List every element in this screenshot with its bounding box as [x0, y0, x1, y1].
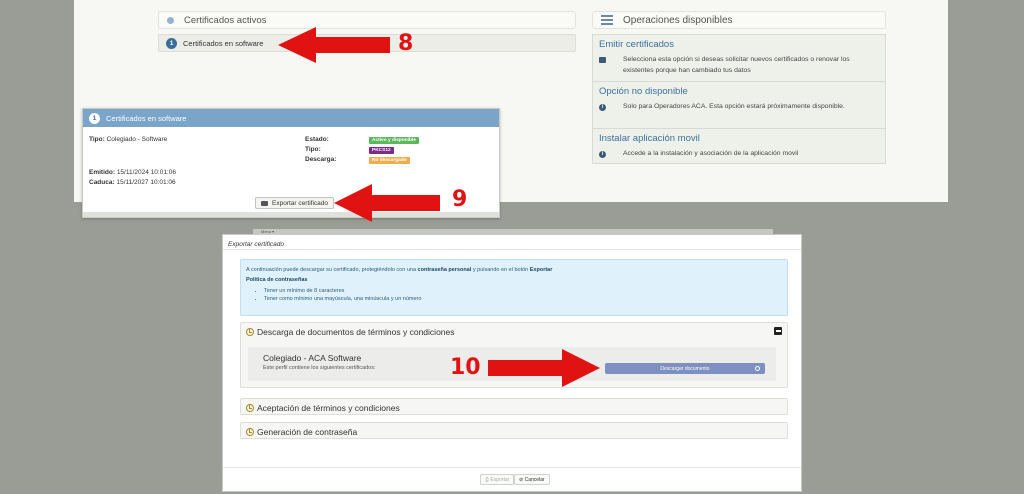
- accordion-title: Generación de contraseña: [257, 426, 358, 437]
- callout-number: 10: [450, 355, 481, 380]
- callout-number: 8: [398, 31, 414, 56]
- gear-icon: [755, 365, 760, 371]
- clock-icon: [246, 427, 254, 436]
- profile-subtitle: Este perfil contiene los siguientes cert…: [263, 365, 376, 371]
- tipo-value: Colegiado - Software: [106, 136, 168, 143]
- op-title[interactable]: Instalar aplicación movil: [599, 133, 879, 144]
- modal-footer: ⎙ Exportar ⊘ Cancelar: [223, 467, 801, 491]
- cancel-button[interactable]: ⊘ Cancelar: [514, 474, 550, 485]
- status-badge: Activo y disponible: [369, 137, 419, 144]
- op-instalar-app[interactable]: Instalar aplicación movil i Accede a la …: [593, 129, 885, 165]
- clock-icon: [246, 327, 254, 336]
- accordion-header[interactable]: Descarga de documentos de términos y con…: [241, 323, 787, 340]
- detail-header: 1 Certificados en software: [83, 109, 499, 127]
- clock-icon: [246, 403, 254, 412]
- bullet-icon: [167, 16, 174, 24]
- policy-title: Política de contraseñas: [246, 277, 308, 283]
- op-desc: Selecciona esta opción si deseas solicit…: [623, 56, 850, 74]
- arrow-left-icon: [334, 184, 440, 222]
- operations-title: Operaciones disponibles: [623, 14, 733, 26]
- emitido-label: Emitido:: [89, 169, 115, 176]
- tipo-label: Tipo:: [89, 136, 105, 143]
- stack-icon: [601, 15, 613, 25]
- info-box: A continuación puede descargar su certif…: [240, 259, 788, 316]
- export-certificate-button[interactable]: Exportar certificado: [255, 197, 334, 209]
- tipo2-label: Tipo:: [305, 146, 321, 153]
- accordion-terms-acceptance[interactable]: Aceptación de términos y condiciones: [240, 398, 788, 415]
- type-badge: PKCS12: [369, 147, 394, 154]
- accordion-password-generation[interactable]: Generación de contraseña: [240, 422, 788, 439]
- callout-number: 9: [452, 187, 468, 212]
- policy-item: Tener como mínimo una mayúscula, una min…: [264, 295, 782, 303]
- emitido-value: 15/11/2024 10:01:06: [116, 169, 176, 176]
- export-icon: [261, 200, 268, 206]
- info-bold-export: Exportar: [529, 267, 553, 273]
- policy-item: Tener un mínimo de 8 caracteres: [264, 287, 782, 295]
- download-document-label: Descargar documento: [660, 365, 710, 372]
- count-badge: 1: [166, 37, 177, 49]
- operations-header: Operaciones disponibles: [592, 11, 886, 29]
- certificate-icon: [599, 57, 606, 63]
- info-icon: i: [599, 151, 606, 158]
- profile-name: Colegiado - ACA Software: [263, 353, 362, 363]
- modal-title: Exportar certificado: [223, 235, 801, 250]
- op-desc: Accede a la instalación y asociación de …: [623, 150, 799, 157]
- estado-label: Estado:: [305, 136, 329, 143]
- arrow-right-icon: [488, 349, 600, 387]
- op-title: Opción no disponible: [599, 86, 688, 97]
- caduca-label: Caduca:: [89, 179, 115, 186]
- collapse-icon[interactable]: [774, 327, 782, 335]
- op-desc: Solo para Operadores ACA. Esta opción es…: [623, 103, 845, 110]
- active-certificates-title: Certificados activos: [184, 14, 267, 26]
- info-text: A continuación puede descargar su certif…: [246, 267, 418, 273]
- op-emitir-certificados[interactable]: Emitir certificados Selecciona esta opci…: [593, 35, 885, 82]
- info-icon: i: [599, 104, 606, 111]
- accordion-title: Descarga de documentos de términos y con…: [257, 326, 455, 337]
- op-no-disponible: Opción no disponible i Solo para Operado…: [593, 82, 885, 129]
- export-certificate-label: Exportar certificado: [272, 199, 328, 207]
- arrow-left-icon: [278, 27, 390, 63]
- info-bold-password: contraseña personal: [417, 267, 472, 273]
- op-title[interactable]: Emitir certificados: [599, 39, 879, 50]
- descarga-label: Descarga:: [305, 156, 337, 163]
- detail-title: Certificados en software: [106, 113, 187, 123]
- menu-strip[interactable]: Menu ▾: [253, 229, 773, 234]
- info-line: A continuación puede descargar su certif…: [246, 266, 782, 274]
- export-button[interactable]: ⎙ Exportar: [480, 474, 515, 485]
- software-certificates-label: Certificados en software: [183, 38, 264, 48]
- operations-list: Emitir certificados Selecciona esta opci…: [592, 34, 886, 164]
- accordion-title: Aceptación de términos y condiciones: [257, 402, 400, 413]
- caduca-value: 15/11/2027 10:01:06: [116, 179, 176, 186]
- download-status-badge: No descargado: [369, 157, 410, 164]
- download-document-button[interactable]: Descargar documento: [605, 363, 765, 374]
- info-text: y pulsando en el botón: [471, 267, 530, 273]
- count-badge: 1: [89, 112, 100, 124]
